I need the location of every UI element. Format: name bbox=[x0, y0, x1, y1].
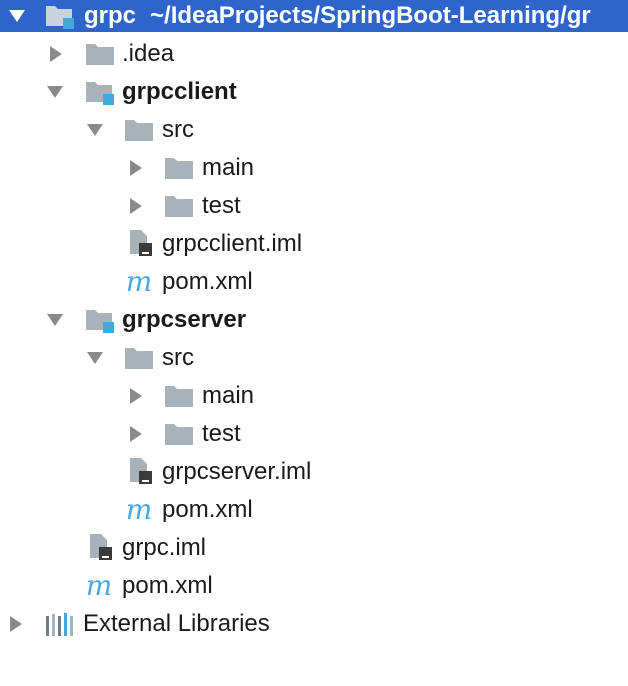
arrow-down-icon[interactable] bbox=[7, 6, 27, 26]
maven-pom-icon: m bbox=[125, 265, 153, 298]
module-folder-icon bbox=[44, 1, 76, 31]
tree-row-grpcserver-iml[interactable]: grpcserver.iml bbox=[0, 453, 628, 491]
root-path: ~/IdeaProjects/SpringBoot-Learning/gr bbox=[150, 2, 591, 29]
tree-row-grpcserver-pom[interactable]: m pom.xml bbox=[0, 491, 628, 529]
arrow-down-icon[interactable] bbox=[85, 120, 105, 140]
tree-row-grpcclient-iml[interactable]: grpcclient.iml bbox=[0, 225, 628, 263]
arrow-right-icon[interactable] bbox=[126, 386, 146, 406]
tree-row-external-libraries[interactable]: External Libraries bbox=[0, 605, 628, 643]
tree-row-grpcserver[interactable]: grpcserver bbox=[0, 301, 628, 339]
folder-icon bbox=[163, 419, 195, 449]
tree-item-label: External Libraries bbox=[83, 610, 270, 637]
iml-file-icon bbox=[124, 456, 156, 486]
tree-item-label: grpc.iml bbox=[122, 534, 207, 561]
arrow-down-icon[interactable] bbox=[45, 82, 65, 102]
arrow-right-icon[interactable] bbox=[126, 196, 146, 216]
tree-row-grpcclient-pom[interactable]: m pom.xml bbox=[0, 263, 628, 301]
project-tree: grpc ~/IdeaProjects/SpringBoot-Learning/g… bbox=[0, 0, 628, 686]
arrow-right-icon[interactable] bbox=[126, 424, 146, 444]
module-folder-icon bbox=[84, 305, 116, 335]
iml-file-icon bbox=[84, 532, 116, 562]
folder-icon bbox=[163, 381, 195, 411]
tree-item-label: test bbox=[202, 192, 241, 219]
folder-icon bbox=[163, 153, 195, 183]
maven-pom-icon: m bbox=[85, 569, 113, 602]
tree-item-label: src bbox=[162, 344, 194, 371]
arrow-right-icon[interactable] bbox=[6, 614, 26, 634]
tree-item-label: grpcserver.iml bbox=[162, 458, 312, 485]
tree-item-label: main bbox=[202, 382, 255, 409]
module-folder-icon bbox=[84, 77, 116, 107]
arrow-right-icon[interactable] bbox=[46, 44, 66, 64]
tree-item-label: pom.xml bbox=[162, 496, 253, 523]
tree-row-test[interactable]: test bbox=[0, 415, 628, 453]
tree-row-root[interactable]: grpc ~/IdeaProjects/SpringBoot-Learning/g… bbox=[0, 0, 628, 32]
tree-row-main[interactable]: main bbox=[0, 377, 628, 415]
tree-item-label: grpcserver bbox=[122, 306, 247, 333]
folder-icon bbox=[123, 343, 155, 373]
tree-item-label: grpcclient bbox=[122, 78, 237, 105]
tree-row-test[interactable]: test bbox=[0, 187, 628, 225]
tree-row-root-pom[interactable]: m pom.xml bbox=[0, 567, 628, 605]
tree-row-grpcclient[interactable]: grpcclient bbox=[0, 73, 628, 111]
tree-row-grpc-iml[interactable]: grpc.iml bbox=[0, 529, 628, 567]
tree-item-label: pom.xml bbox=[162, 268, 253, 295]
external-libraries-icon bbox=[43, 609, 75, 639]
tree-row-src[interactable]: src bbox=[0, 339, 628, 377]
root-name: grpc bbox=[84, 2, 137, 29]
tree-item-label: main bbox=[202, 154, 255, 181]
iml-file-icon bbox=[124, 228, 156, 258]
tree-row-idea[interactable]: .idea bbox=[0, 35, 628, 73]
arrow-down-icon[interactable] bbox=[45, 310, 65, 330]
folder-icon bbox=[123, 115, 155, 145]
maven-pom-icon: m bbox=[125, 493, 153, 526]
tree-item-label: pom.xml bbox=[122, 572, 213, 599]
tree-root-label: grpc ~/IdeaProjects/SpringBoot-Learning/g… bbox=[84, 1, 591, 31]
folder-icon bbox=[84, 39, 116, 69]
arrow-right-icon[interactable] bbox=[126, 158, 146, 178]
tree-item-label: src bbox=[162, 116, 194, 143]
tree-row-main[interactable]: main bbox=[0, 149, 628, 187]
tree-item-label: test bbox=[202, 420, 241, 447]
tree-item-label: .idea bbox=[122, 40, 175, 67]
tree-row-src[interactable]: src bbox=[0, 111, 628, 149]
arrow-down-icon[interactable] bbox=[85, 348, 105, 368]
tree-item-label: grpcclient.iml bbox=[162, 230, 303, 257]
folder-icon bbox=[163, 191, 195, 221]
